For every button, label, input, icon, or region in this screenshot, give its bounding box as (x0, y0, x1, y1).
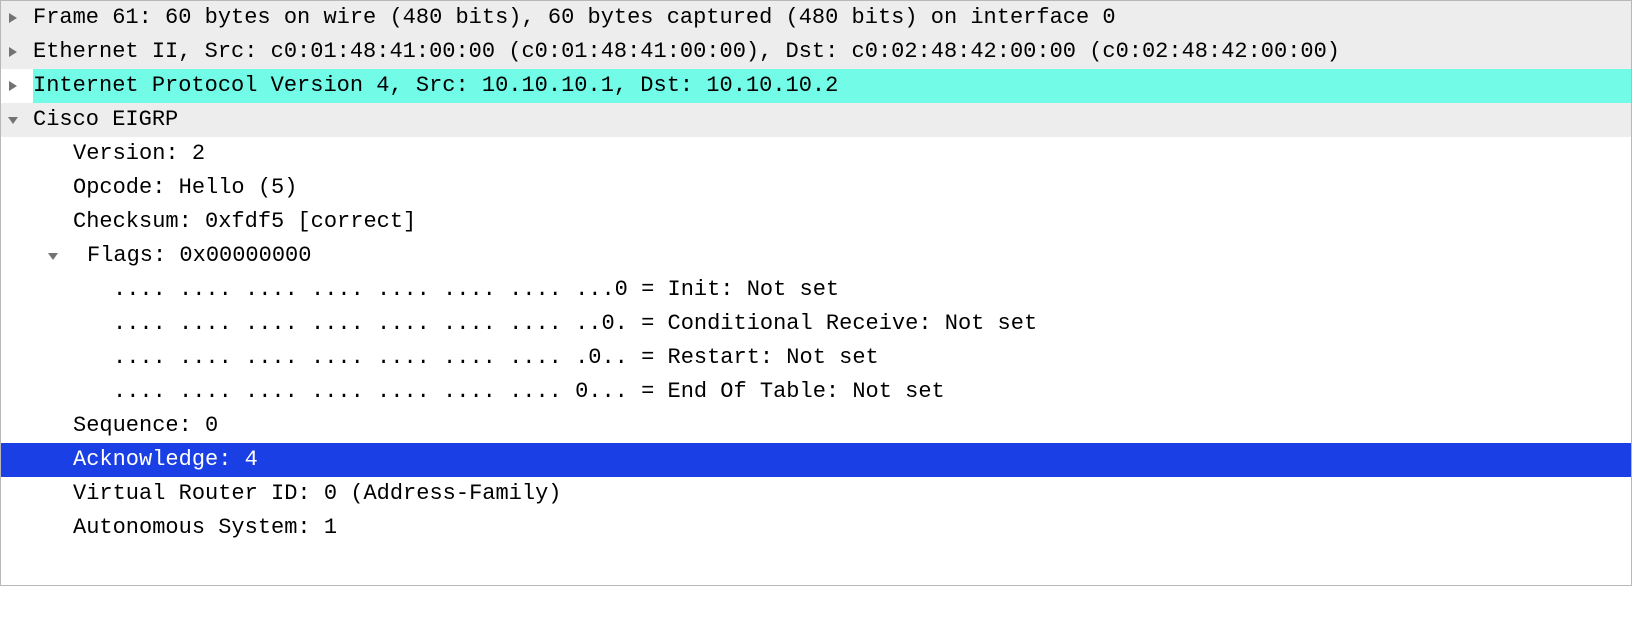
row-label: Sequence: 0 (33, 409, 1631, 443)
row-label: .... .... .... .... .... .... .... .0.. … (33, 341, 1631, 375)
tree-row-eigrp-sequence[interactable]: Sequence: 0 (1, 409, 1631, 443)
row-label: Virtual Router ID: 0 (Address-Family) (33, 477, 1631, 511)
row-label: Autonomous System: 1 (33, 511, 1631, 545)
row-label: Acknowledge: 4 (33, 443, 1631, 477)
row-label: Checksum: 0xfdf5 [correct] (33, 205, 1631, 239)
tree-row-flag-cond-recv[interactable]: .... .... .... .... .... .... .... ..0. … (1, 307, 1631, 341)
row-label: Version: 2 (33, 137, 1631, 171)
row-label: Frame 61: 60 bytes on wire (480 bits), 6… (33, 1, 1631, 35)
expand-icon[interactable] (7, 1, 33, 35)
tree-row-ethernet[interactable]: Ethernet II, Src: c0:01:48:41:00:00 (c0:… (1, 35, 1631, 69)
tree-row-eigrp[interactable]: Cisco EIGRP (1, 103, 1631, 137)
tree-row-flag-eot[interactable]: .... .... .... .... .... .... .... 0... … (1, 375, 1631, 409)
expand-icon[interactable] (7, 69, 33, 103)
collapse-icon[interactable] (7, 103, 33, 137)
tree-row-eigrp-version[interactable]: Version: 2 (1, 137, 1631, 171)
tree-row-eigrp-opcode[interactable]: Opcode: Hello (5) (1, 171, 1631, 205)
row-label: Ethernet II, Src: c0:01:48:41:00:00 (c0:… (33, 35, 1631, 69)
tree-row-frame[interactable]: Frame 61: 60 bytes on wire (480 bits), 6… (1, 1, 1631, 35)
row-label: Flags: 0x00000000 (87, 239, 1631, 273)
tree-row-flag-init[interactable]: .... .... .... .... .... .... .... ...0 … (1, 273, 1631, 307)
expand-icon[interactable] (7, 35, 33, 69)
row-label: Internet Protocol Version 4, Src: 10.10.… (33, 69, 1631, 103)
tree-row-eigrp-as[interactable]: Autonomous System: 1 (1, 511, 1631, 545)
tree-row-ipv4[interactable]: Internet Protocol Version 4, Src: 10.10.… (1, 69, 1631, 103)
tree-row-eigrp-checksum[interactable]: Checksum: 0xfdf5 [correct] (1, 205, 1631, 239)
row-label: Cisco EIGRP (33, 103, 1631, 137)
tree-row-flag-restart[interactable]: .... .... .... .... .... .... .... .0.. … (1, 341, 1631, 375)
row-label: Opcode: Hello (5) (33, 171, 1631, 205)
tree-row-eigrp-vrid[interactable]: Virtual Router ID: 0 (Address-Family) (1, 477, 1631, 511)
row-label: .... .... .... .... .... .... .... ...0 … (33, 273, 1631, 307)
collapse-icon[interactable] (33, 239, 87, 273)
tree-row-eigrp-flags[interactable]: Flags: 0x00000000 (1, 239, 1631, 273)
tree-row-eigrp-ack[interactable]: Acknowledge: 4 (1, 443, 1631, 477)
row-label: .... .... .... .... .... .... .... 0... … (33, 375, 1631, 409)
row-label: .... .... .... .... .... .... .... ..0. … (33, 307, 1631, 341)
